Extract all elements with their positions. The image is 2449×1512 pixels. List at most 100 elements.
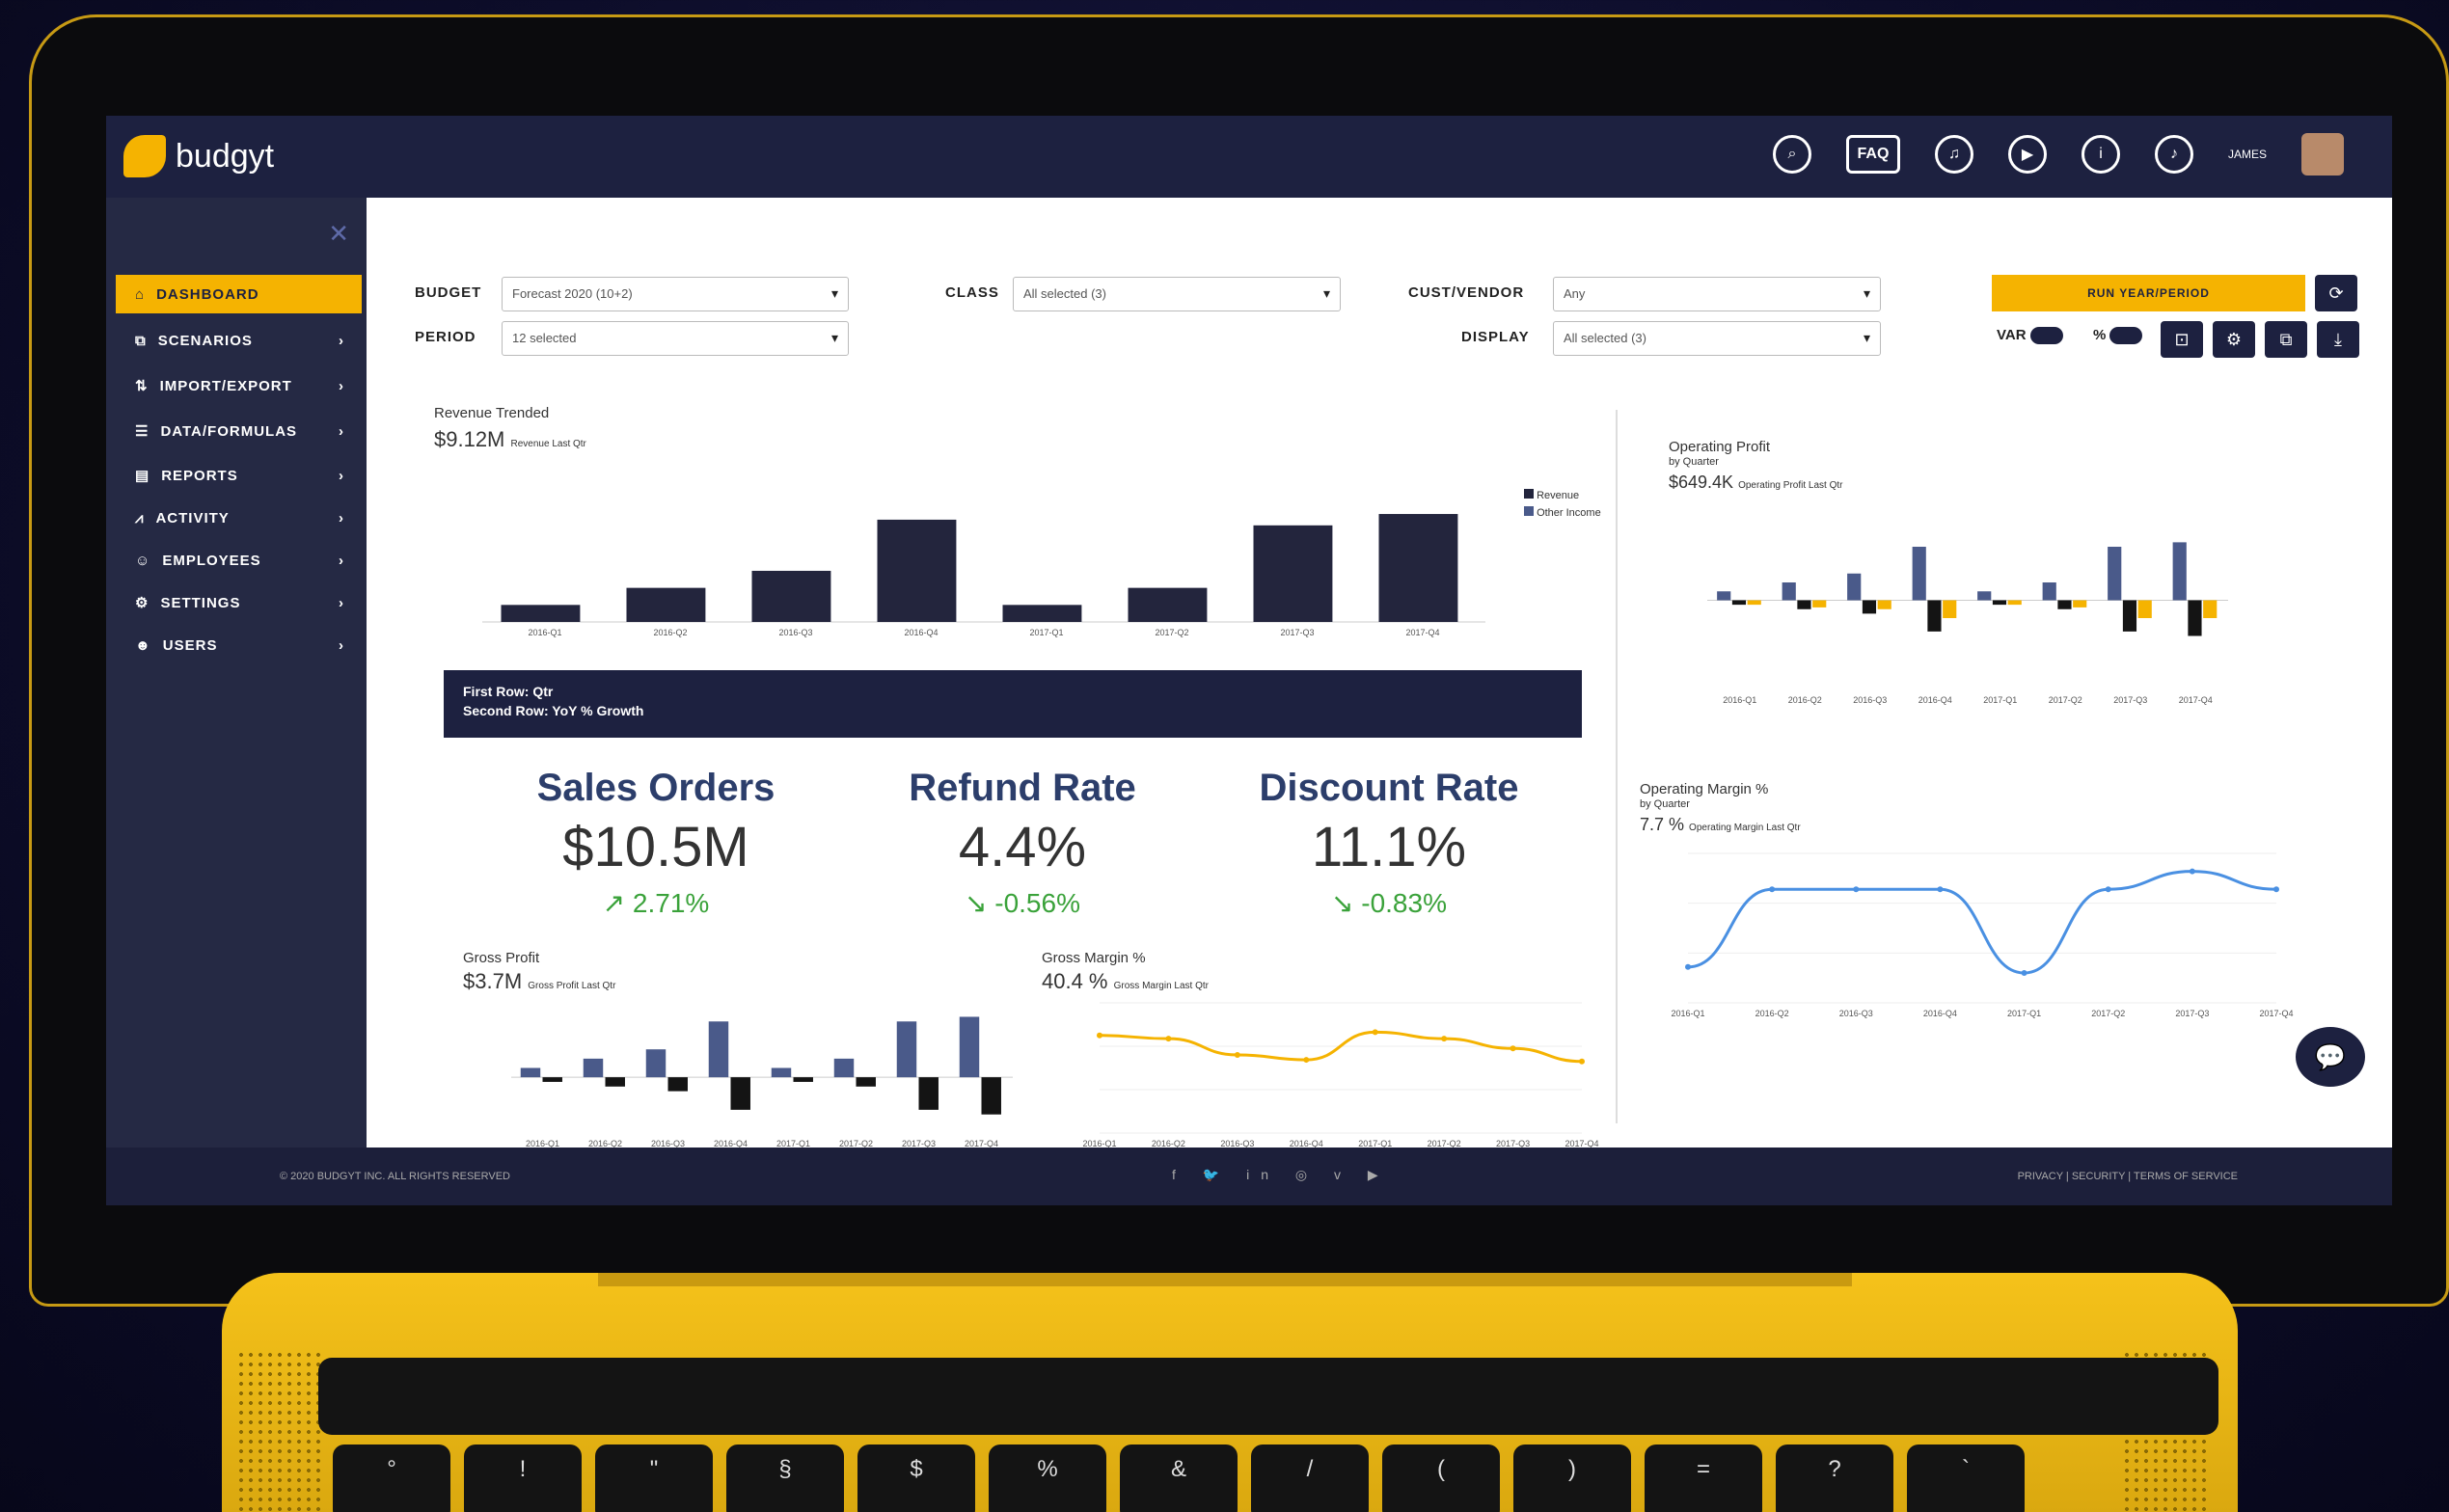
bar: [833, 1058, 855, 1078]
headset-icon[interactable]: ♫: [1934, 135, 1973, 174]
op-margin-value: 7.7 % Operating Margin Last Qtr: [1640, 815, 1801, 835]
tick-label: 2016-Q1: [1723, 695, 1756, 705]
tick-label: 2017-Q3: [2113, 695, 2147, 705]
chevron-down-icon: ▾: [830, 330, 838, 345]
tick-label: 2017-Q2: [1155, 628, 1188, 637]
sidebar-item-data-formulas[interactable]: ☰ DATA/FORMULAS ›: [116, 412, 362, 450]
sidebar-item-employees[interactable]: ☺ EMPLOYEES ›: [116, 541, 362, 580]
bar: [2007, 600, 2022, 606]
display-select[interactable]: All selected (3) ▾: [1553, 321, 1881, 356]
bar: [645, 1049, 667, 1078]
social-links[interactable]: f 🐦 in ◎ v ▶: [1172, 1167, 1390, 1183]
key: =: [1645, 1444, 1762, 1512]
pct-switch[interactable]: [2109, 327, 2143, 345]
export-file-button[interactable]: ⤓: [2317, 321, 2359, 358]
period-label: PERIOD: [415, 329, 476, 345]
close-icon[interactable]: ✕: [328, 219, 349, 249]
period-value: 12 selected: [512, 331, 577, 345]
export-image-button[interactable]: ⊡: [2161, 321, 2203, 358]
settings-gear-button[interactable]: ⚙: [2213, 321, 2255, 358]
bar: [1912, 547, 1926, 601]
user-name[interactable]: JAMES: [2228, 148, 2267, 161]
legend-label: Other Income: [1537, 507, 1601, 519]
var-switch[interactable]: [2029, 327, 2063, 345]
bar: [1253, 525, 1333, 622]
data-point: [1937, 886, 1944, 893]
brand-logo[interactable]: budgyt: [123, 135, 274, 177]
tick-label: 2016-Q1: [528, 628, 561, 637]
op-margin-title: Operating Margin %: [1640, 781, 1769, 797]
sidebar-item-scenarios[interactable]: ⧉ SCENARIOS ›: [116, 321, 362, 360]
data-point: [1853, 886, 1860, 893]
var-toggle[interactable]: VAR: [1997, 327, 2063, 345]
activity-icon: ⩘: [135, 509, 145, 526]
sidebar-item-dashboard[interactable]: ⌂ DASHBOARD: [116, 275, 362, 313]
bar: [877, 519, 957, 622]
data-icon: ☰: [135, 423, 150, 440]
tick-label: 2017-Q3: [1280, 628, 1314, 637]
data-point: [1579, 1058, 1585, 1065]
bar: [1378, 514, 1458, 622]
op-profit-value: $649.4K Operating Profit Last Qtr: [1669, 472, 1842, 493]
speaker-grille-left: [236, 1350, 323, 1512]
bar: [626, 587, 706, 622]
budget-select[interactable]: Forecast 2020 (10+2) ▾: [502, 277, 849, 311]
sidebar-item-label: USERS: [162, 636, 218, 654]
op-profit-subtitle: by Quarter: [1669, 456, 1719, 468]
copy-button[interactable]: ⧉: [2265, 321, 2307, 358]
tick-label: 2016-Q3: [778, 628, 812, 637]
display-value: All selected (3): [1564, 331, 1646, 345]
bar: [1782, 582, 1796, 601]
op-margin-chart: 2016-Q1 2016-Q2 2016-Q3 2016-Q4 2017-Q1 2017-…: [1671, 852, 2294, 1018]
top-icons: ⌕ FAQ ♫ ▶ i ♪ JAMES: [1772, 133, 2344, 176]
om-value-note: Operating Margin Last Qtr: [1689, 823, 1801, 833]
sidebar-item-activity[interactable]: ⩘ ACTIVITY ›: [116, 499, 362, 537]
cust-vendor-select[interactable]: Any ▾: [1553, 277, 1881, 311]
video-icon[interactable]: ▶: [2007, 135, 2047, 174]
sidebar-item-label: DASHBOARD: [156, 285, 259, 303]
refresh-button[interactable]: ⟳: [2315, 275, 2357, 311]
data-point: [2105, 886, 2111, 893]
scenarios-icon: ⧉: [135, 332, 147, 349]
period-select[interactable]: 12 selected ▾: [502, 321, 849, 356]
sidebar-item-import-export[interactable]: ⇅ IMPORT/EXPORT ›: [116, 366, 362, 405]
tick-label: 2017-Q1: [1029, 628, 1063, 637]
kpi-title-refund-rate: Refund Rate: [909, 767, 1136, 809]
kpi-change-refund-rate: ↘ -0.56%: [965, 888, 1080, 918]
bell-icon[interactable]: ♪: [2154, 135, 2193, 174]
chat-icon[interactable]: 💬: [2296, 1027, 2365, 1087]
footer-links[interactable]: PRIVACY | SECURITY | TERMS OF SERVICE: [2018, 1171, 2238, 1182]
gp-value-note: Gross Profit Last Qtr: [528, 981, 616, 991]
chevron-down-icon: ▾: [1322, 285, 1330, 301]
kpi-change-sales-orders: ↗ 2.71%: [602, 888, 710, 918]
avatar[interactable]: [2301, 133, 2344, 176]
faq-button[interactable]: FAQ: [1845, 135, 1900, 174]
chevron-right-icon: ›: [339, 332, 344, 349]
users-icon: ☻: [135, 636, 151, 654]
bar: [918, 1077, 939, 1110]
sidebar-item-settings[interactable]: ⚙ SETTINGS ›: [116, 583, 362, 622]
sidebar-item-reports[interactable]: ▤ REPORTS ›: [116, 456, 362, 495]
class-select[interactable]: All selected (3) ▾: [1013, 277, 1341, 311]
bar: [2042, 582, 2056, 601]
op-value: $649.4K: [1669, 472, 1734, 492]
bar: [2188, 600, 2202, 636]
bar: [542, 1077, 562, 1082]
sidebar-item-users[interactable]: ☻ USERS ›: [116, 626, 362, 664]
chevron-right-icon: ›: [339, 509, 344, 526]
info-icon[interactable]: i: [2081, 135, 2120, 174]
kpi-band: First Row: Qtr Second Row: YoY % Growth: [444, 670, 1582, 738]
run-year-period-button[interactable]: RUN YEAR/PERIOD: [1992, 275, 2305, 311]
band-line-1: First Row: Qtr: [463, 684, 554, 699]
key: ?: [1776, 1444, 1893, 1512]
search-icon[interactable]: ⌕: [1772, 135, 1811, 174]
var-label: VAR: [1997, 327, 2027, 343]
op-profit-chart: 2016-Q1 2016-Q2 2016-Q3 2016-Q4 2017-Q1 2017-…: [1707, 542, 2228, 705]
bar: [1992, 600, 2007, 606]
pct-toggle[interactable]: %: [2093, 327, 2143, 345]
key: &: [1120, 1444, 1238, 1512]
sidebar-item-label: IMPORT/EXPORT: [159, 377, 292, 394]
bar: [2122, 600, 2137, 632]
gross-margin-value: 40.4 % Gross Margin Last Qtr: [1042, 969, 1209, 994]
revenue-value-note: Revenue Last Qtr: [510, 439, 586, 449]
